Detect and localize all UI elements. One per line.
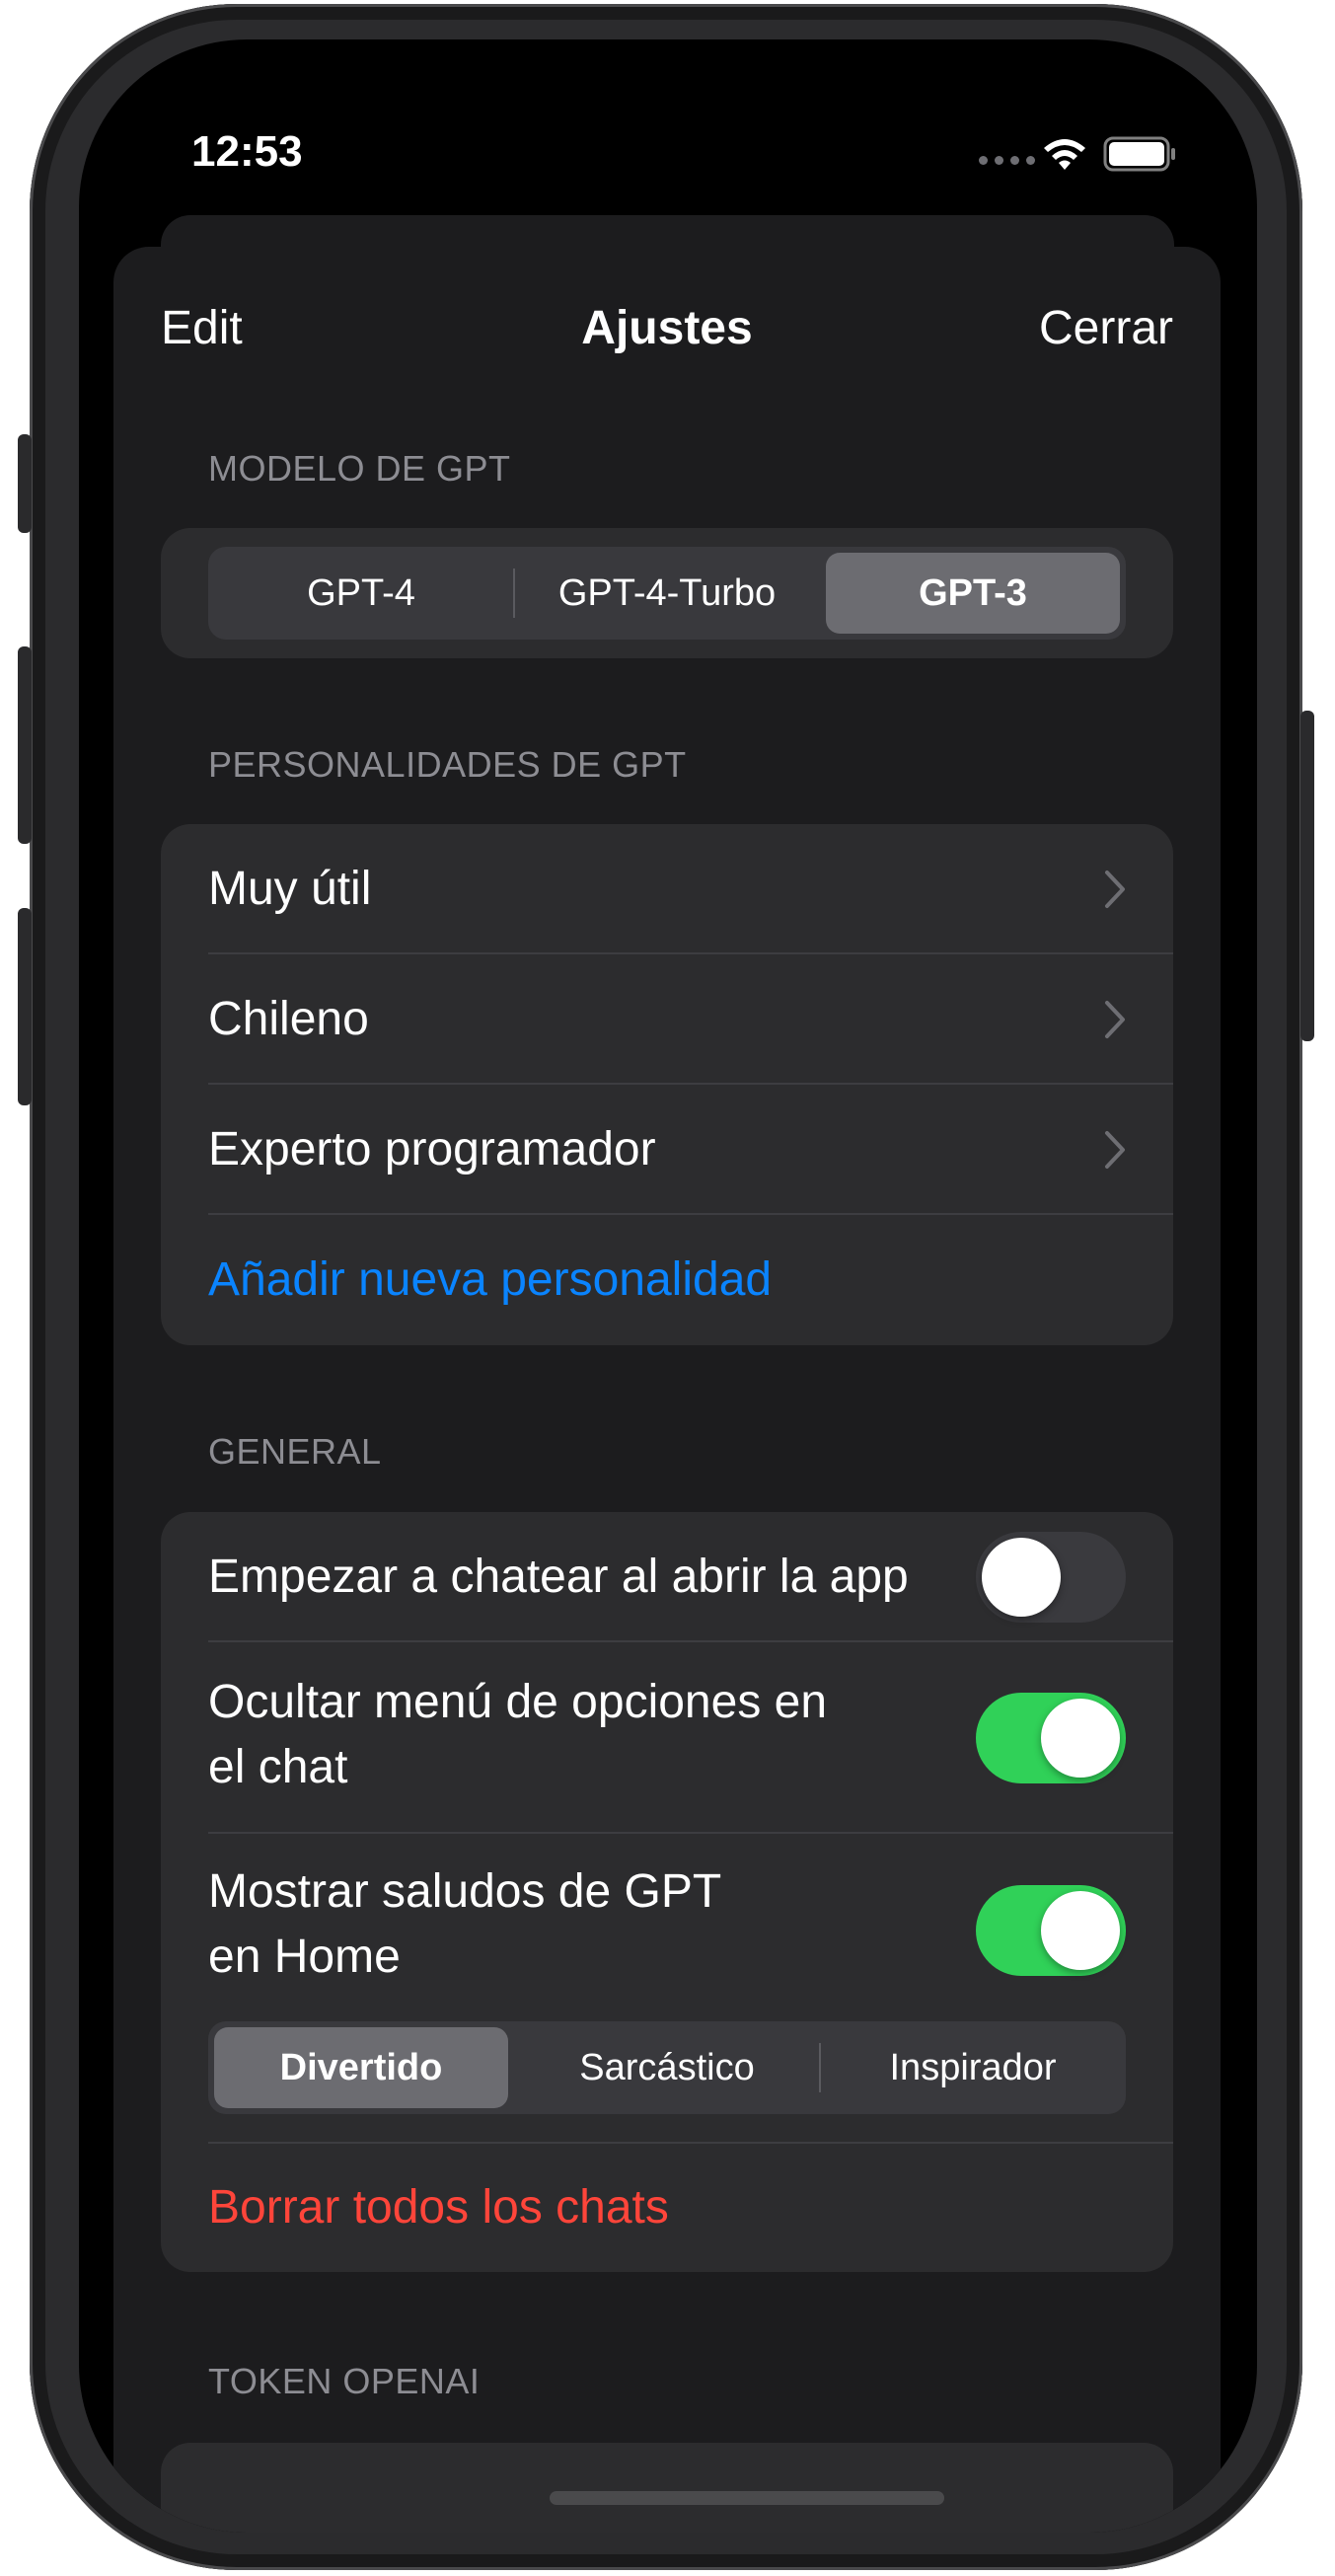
toggle-row-show-greetings: Mostrar saludos de GPT en Home Divertido… (161, 1834, 1173, 2144)
chevron-right-icon (1105, 871, 1125, 908)
toggle-label: Mostrar saludos de GPT en Home (208, 1865, 722, 1983)
segment-sarcastico[interactable]: Sarcástico (520, 2027, 814, 2108)
toggle-knob (1041, 1891, 1120, 1970)
edit-button[interactable]: Edit (161, 294, 243, 363)
silent-switch (18, 434, 32, 533)
delete-chats-row[interactable]: Borrar todos los chats (161, 2144, 1173, 2272)
auto-chat-toggle[interactable] (976, 1532, 1126, 1623)
gpt-model-segmented-control[interactable]: GPT-4 GPT-4-Turbo GPT-3 (208, 547, 1126, 640)
personality-row-muy-util[interactable]: Muy útil (161, 824, 1173, 954)
greeting-style-segmented-control[interactable]: Divertido Sarcástico Inspirador (208, 2021, 1126, 2114)
toggle-row-auto-chat: Empezar a chatear al abrir la app (161, 1512, 1173, 1642)
add-personality-row[interactable]: Añadir nueva personalidad (161, 1215, 1173, 1345)
segment-divider (819, 2043, 821, 2092)
token-group (161, 2443, 1173, 2533)
battery-icon (1103, 136, 1175, 172)
segment-gpt-4-turbo[interactable]: GPT-4-Turbo (520, 553, 814, 634)
personality-label: Experto programador (208, 1123, 656, 1175)
section-header-personalities: PERSONALIDADES DE GPT (208, 744, 687, 785)
home-indicator (550, 2491, 944, 2505)
section-header-gpt-model: MODELO DE GPT (208, 448, 511, 489)
volume-up-button (18, 646, 32, 844)
show-greetings-toggle[interactable] (976, 1885, 1126, 1976)
hide-options-menu-toggle[interactable] (976, 1693, 1126, 1783)
segment-divider (513, 568, 515, 618)
toggle-row-hide-options-menu: Ocultar menú de opciones en el chat (161, 1642, 1173, 1834)
wifi-icon (1044, 139, 1085, 170)
phone-screen: 12:53 Edit Ajustes Cerrar MODELO DE GPT … (79, 39, 1257, 2533)
signal-dots-icon (979, 156, 1035, 165)
segment-gpt-3[interactable]: GPT-3 (826, 553, 1120, 634)
chevron-right-icon (1105, 1131, 1125, 1169)
chevron-right-icon (1105, 1001, 1125, 1038)
section-header-token: TOKEN OPENAI (208, 2361, 481, 2401)
gpt-model-group: GPT-4 GPT-4-Turbo GPT-3 (161, 528, 1173, 658)
toggle-label: Ocultar menú de opciones en el chat (208, 1676, 828, 1793)
segment-gpt-4[interactable]: GPT-4 (214, 553, 508, 634)
add-personality-button[interactable]: Añadir nueva personalidad (208, 1248, 772, 1313)
toggle-label: Empezar a chatear al abrir la app (208, 1551, 909, 1603)
personality-label: Chileno (208, 993, 369, 1045)
personality-label: Muy útil (208, 863, 372, 915)
settings-sheet: Edit Ajustes Cerrar MODELO DE GPT GPT-4 … (113, 247, 1221, 2533)
segment-inspirador[interactable]: Inspirador (826, 2027, 1120, 2108)
personalities-group: Muy útil Chileno Experto programador Aña… (161, 824, 1173, 1345)
toggle-knob (1041, 1699, 1120, 1778)
power-button (1300, 711, 1314, 1041)
delete-all-chats-button[interactable]: Borrar todos los chats (208, 2175, 669, 2240)
status-time: 12:53 (191, 127, 303, 176)
personality-row-experto-programador[interactable]: Experto programador (161, 1085, 1173, 1215)
volume-down-button (18, 908, 32, 1105)
general-group: Empezar a chatear al abrir la app Oculta… (161, 1512, 1173, 2272)
toggle-knob (982, 1538, 1061, 1617)
close-button[interactable]: Cerrar (1039, 294, 1173, 363)
personality-row-chileno[interactable]: Chileno (161, 954, 1173, 1085)
section-header-general: GENERAL (208, 1431, 382, 1472)
segment-divertido[interactable]: Divertido (214, 2027, 508, 2108)
